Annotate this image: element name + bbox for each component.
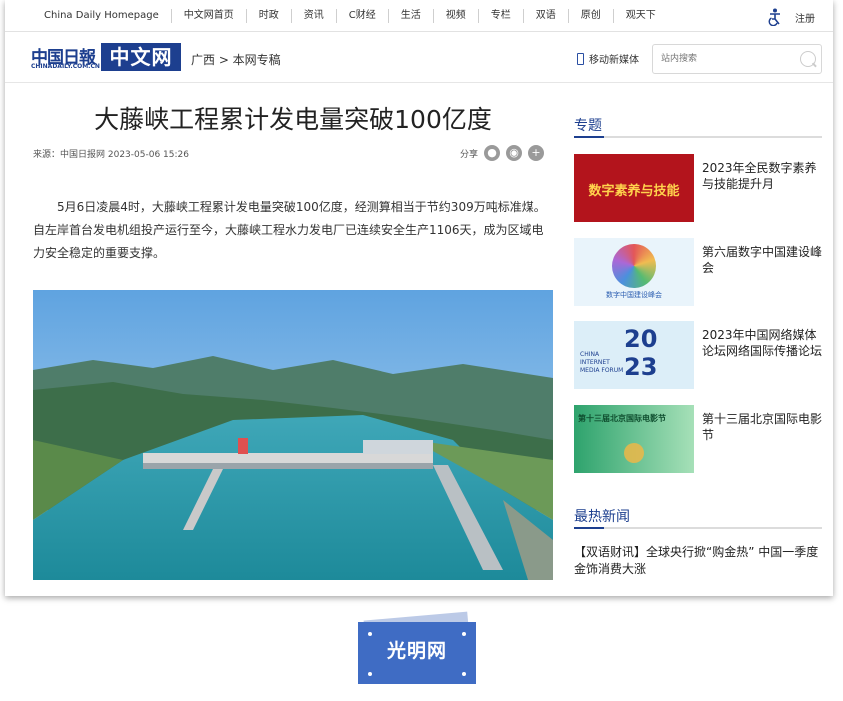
mobile-phone-icon [577,52,584,65]
search-input[interactable] [661,45,791,73]
accessibility-icon[interactable] [767,8,783,26]
nav-item-finance[interactable]: C财经 [335,9,388,23]
topic-thumb-text: 数字素养与技能 [588,184,680,199]
article-photo [33,290,553,580]
topic-thumbnail: 数字素养与技能 [574,154,694,222]
logo-zhongwenwang: 中文网 [101,43,181,71]
nav-item-homepage[interactable]: China Daily Homepage [32,9,171,23]
watermark-text: 光明网 [386,640,447,662]
nav-item-world[interactable]: 观天下 [612,9,668,23]
nav-item-original[interactable]: 原创 [567,9,613,23]
topics-title: 专题 [574,118,602,134]
article-body: 5月6日凌晨4时，大藤峡工程累计发电量突破100亿度，经测算相当于节约309万吨… [33,200,546,260]
site-header: 中国日報 CHINADAILY.COM.CN 中文网 广西 > 本网专稿 移动新… [5,33,833,83]
guangming-watermark: 光明网 [358,611,478,684]
more-share-icon[interactable]: + [528,145,545,161]
search-icon[interactable] [800,51,816,67]
topic-thumb-text: 第十三届北京国际电影节 [578,414,666,423]
hot-news-title: 最热新闻 [574,509,630,525]
topic-thumb-text: 数字中国建设峰会 [606,291,662,299]
article-title: 大藤峡工程累计发电量突破100亿度 [94,105,492,134]
search-box [652,44,822,74]
nav-item-cn-home[interactable]: 中文网首页 [170,9,246,23]
nav-item-bilingual[interactable]: 双语 [522,9,568,23]
mobile-media-label: 移动新媒体 [589,55,639,66]
topic-item[interactable]: 数字素养与技能 2023年全民数字素养与技能提升月 [574,154,822,222]
weibo-share-icon[interactable]: ◉ [506,145,523,161]
top-nav-items: China Daily Homepage 中文网首页 时政 资讯 C财经 生活 … [32,0,668,32]
topics-divider [574,136,822,138]
top-nav: China Daily Homepage 中文网首页 时政 资讯 C财经 生活 … [5,0,833,32]
site-logo[interactable]: 中国日報 CHINADAILY.COM.CN 中文网 [31,43,183,75]
share-bar: 分享 ● ◉ + [460,145,545,161]
topic-year-text: 20 23 [624,325,658,381]
topic-logo-icon [612,244,656,288]
topic-title[interactable]: 2023年全民数字素养与技能提升月 [702,160,822,192]
topic-title[interactable]: 第十三届北京国际电影节 [702,411,822,443]
topic-thumbnail: 20 23 CHINA INTERNET MEDIA FORUM [574,321,694,389]
register-link[interactable]: 注册 [795,10,815,25]
topic-item[interactable]: 第十三届北京国际电影节 第十三届北京国际电影节 [574,405,822,473]
logo-url: CHINADAILY.COM.CN [31,63,100,70]
topic-thumbnail: 数字中国建设峰会 [574,238,694,306]
nav-item-column[interactable]: 专栏 [477,9,523,23]
topic-thumb-text: CHINA INTERNET MEDIA FORUM [580,351,624,374]
wechat-share-icon[interactable]: ● [484,145,501,161]
mobile-media-link[interactable]: 移动新媒体 [577,51,639,66]
topic-thumbnail: 第十三届北京国际电影节 [574,405,694,473]
topic-title[interactable]: 第六届数字中国建设峰会 [702,244,822,276]
topic-item[interactable]: 数字中国建设峰会 第六届数字中国建设峰会 [574,238,822,306]
nav-item-news[interactable]: 资讯 [290,9,336,23]
article-meta: 来源：中国日报网 2023-05-06 15:26 [33,150,189,160]
share-label: 分享 [460,149,479,160]
watermark-dot [368,672,372,676]
breadcrumb[interactable]: 广西 > 本网专稿 [191,51,281,68]
hot-news-item[interactable]: 【双语财讯】全球央行掀“购金热” 中国一季度金饰消费大涨 [574,544,824,578]
nav-item-politics[interactable]: 时政 [245,9,291,23]
topic-logo-icon [624,443,644,463]
nav-item-life[interactable]: 生活 [387,9,433,23]
page-screenshot: China Daily Homepage 中文网首页 时政 资讯 C财经 生活 … [5,0,833,596]
watermark-dot [462,672,466,676]
hot-news-divider [574,527,822,529]
nav-item-video[interactable]: 视频 [432,9,478,23]
topic-item[interactable]: 20 23 CHINA INTERNET MEDIA FORUM 2023年中国网… [574,321,822,389]
topic-title[interactable]: 2023年中国网络媒体论坛网络国际传播论坛 [702,327,822,359]
